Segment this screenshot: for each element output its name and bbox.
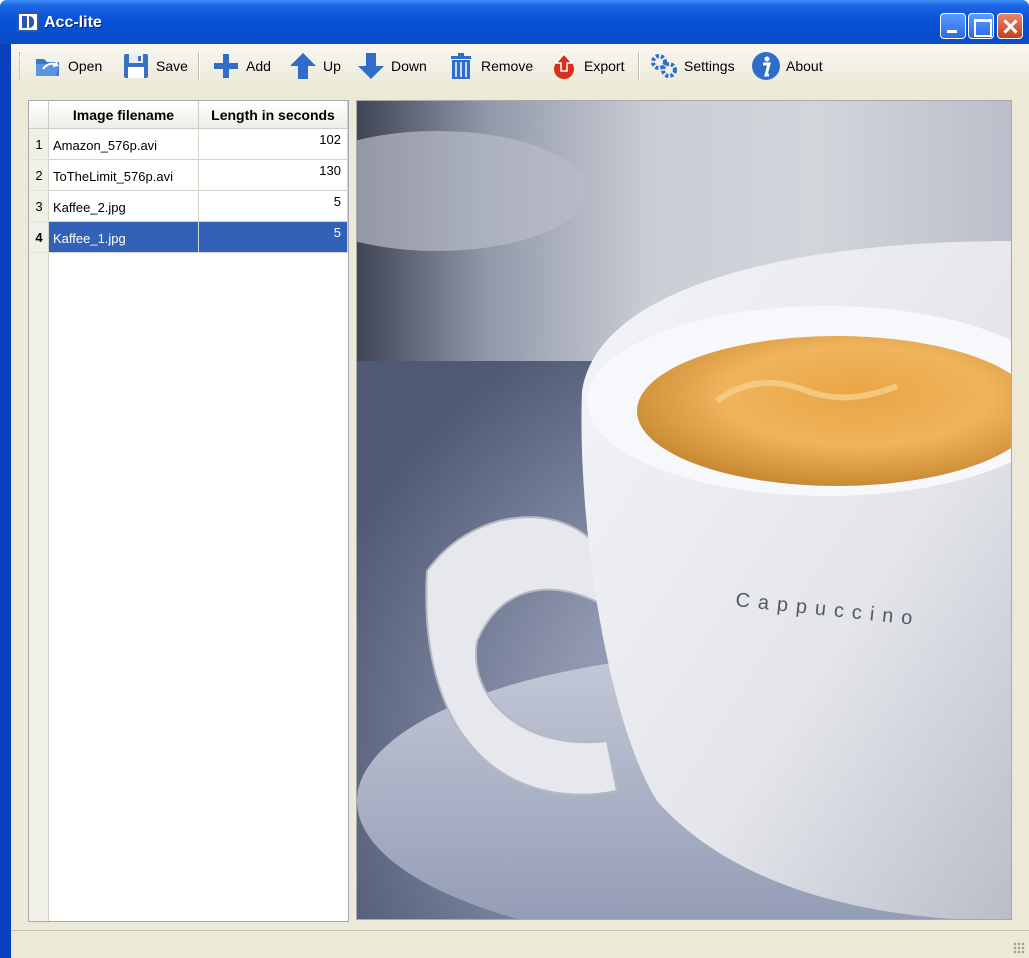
length-cell[interactable]: 102 [199, 129, 348, 160]
row-number: 2 [29, 160, 49, 191]
up-label: Up [323, 58, 341, 74]
trash-icon [451, 53, 471, 79]
add-button[interactable]: Add [211, 50, 271, 82]
row-number: 4 [29, 222, 49, 253]
about-button[interactable]: About [751, 50, 823, 82]
table-row[interactable]: 1 Amazon_576p.avi 102 [29, 129, 348, 160]
open-label: Open [68, 58, 103, 74]
info-icon [752, 52, 780, 80]
toolbar-grip[interactable] [19, 52, 22, 80]
table-row[interactable]: 3 Kaffee_2.jpg 5 [29, 191, 348, 222]
filename-cell[interactable]: Kaffee_1.jpg [49, 222, 199, 253]
length-cell[interactable]: 5 [199, 191, 348, 222]
arrow-up-icon [290, 53, 316, 79]
playlist-table: Image filename Length in seconds 1 Amazo… [28, 100, 349, 922]
client-area: Open Save Add Up Down Remove Export Sett… [11, 44, 1029, 958]
down-label: Down [391, 58, 427, 74]
toolbar-separator [638, 52, 640, 80]
cappuccino-photo: Cappuccino [357, 131, 1011, 919]
title-bar[interactable]: Acc-lite [0, 0, 1029, 44]
window-title: Acc-lite [44, 14, 102, 31]
toolbar: Open Save Add Up Down Remove Export Sett… [11, 44, 1029, 88]
down-button[interactable]: Down [356, 50, 427, 82]
column-header-length[interactable]: Length in seconds [199, 101, 348, 129]
app-window: Acc-lite Open Save Add Up Down Remove Ex… [0, 0, 1029, 958]
up-button[interactable]: Up [288, 50, 341, 82]
table-row[interactable]: 2 ToTheLimit_576p.avi 130 [29, 160, 348, 191]
save-button[interactable]: Save [121, 50, 188, 82]
arrow-down-icon [358, 53, 384, 79]
export-icon [554, 52, 574, 79]
close-button[interactable] [997, 13, 1023, 39]
floppy-disk-icon [124, 54, 148, 78]
open-folder-icon [36, 59, 59, 76]
row-number: 1 [29, 129, 49, 160]
row-number: 3 [29, 191, 49, 222]
table-corner[interactable] [29, 101, 49, 129]
plus-icon [214, 54, 238, 78]
image-preview: Cappuccino [356, 100, 1012, 920]
remove-button[interactable]: Remove [446, 50, 533, 82]
remove-label: Remove [481, 58, 534, 74]
column-header-filename[interactable]: Image filename [49, 101, 199, 129]
open-button[interactable]: Open [33, 50, 102, 82]
minimize-button[interactable] [940, 13, 966, 39]
gears-icon [651, 54, 677, 78]
filename-cell[interactable]: Kaffee_2.jpg [49, 191, 199, 222]
resize-grip-icon[interactable] [1013, 942, 1025, 954]
length-cell[interactable]: 5 [199, 222, 348, 253]
app-logo-icon[interactable] [17, 12, 39, 32]
filename-cell[interactable]: ToTheLimit_576p.avi [49, 160, 199, 191]
status-bar [11, 930, 1029, 958]
settings-button[interactable]: Settings [649, 50, 735, 82]
export-label: Export [584, 58, 625, 74]
add-label: Add [246, 58, 271, 74]
toolbar-separator [198, 52, 200, 80]
table-row-selected[interactable]: 4 Kaffee_1.jpg 5 [29, 222, 348, 253]
export-button[interactable]: Export [549, 50, 624, 82]
filename-cell[interactable]: Amazon_576p.avi [49, 129, 199, 160]
settings-label: Settings [684, 58, 735, 74]
length-cell[interactable]: 130 [199, 160, 348, 191]
save-label: Save [156, 58, 188, 74]
maximize-button[interactable] [968, 13, 994, 39]
about-label: About [786, 58, 823, 74]
